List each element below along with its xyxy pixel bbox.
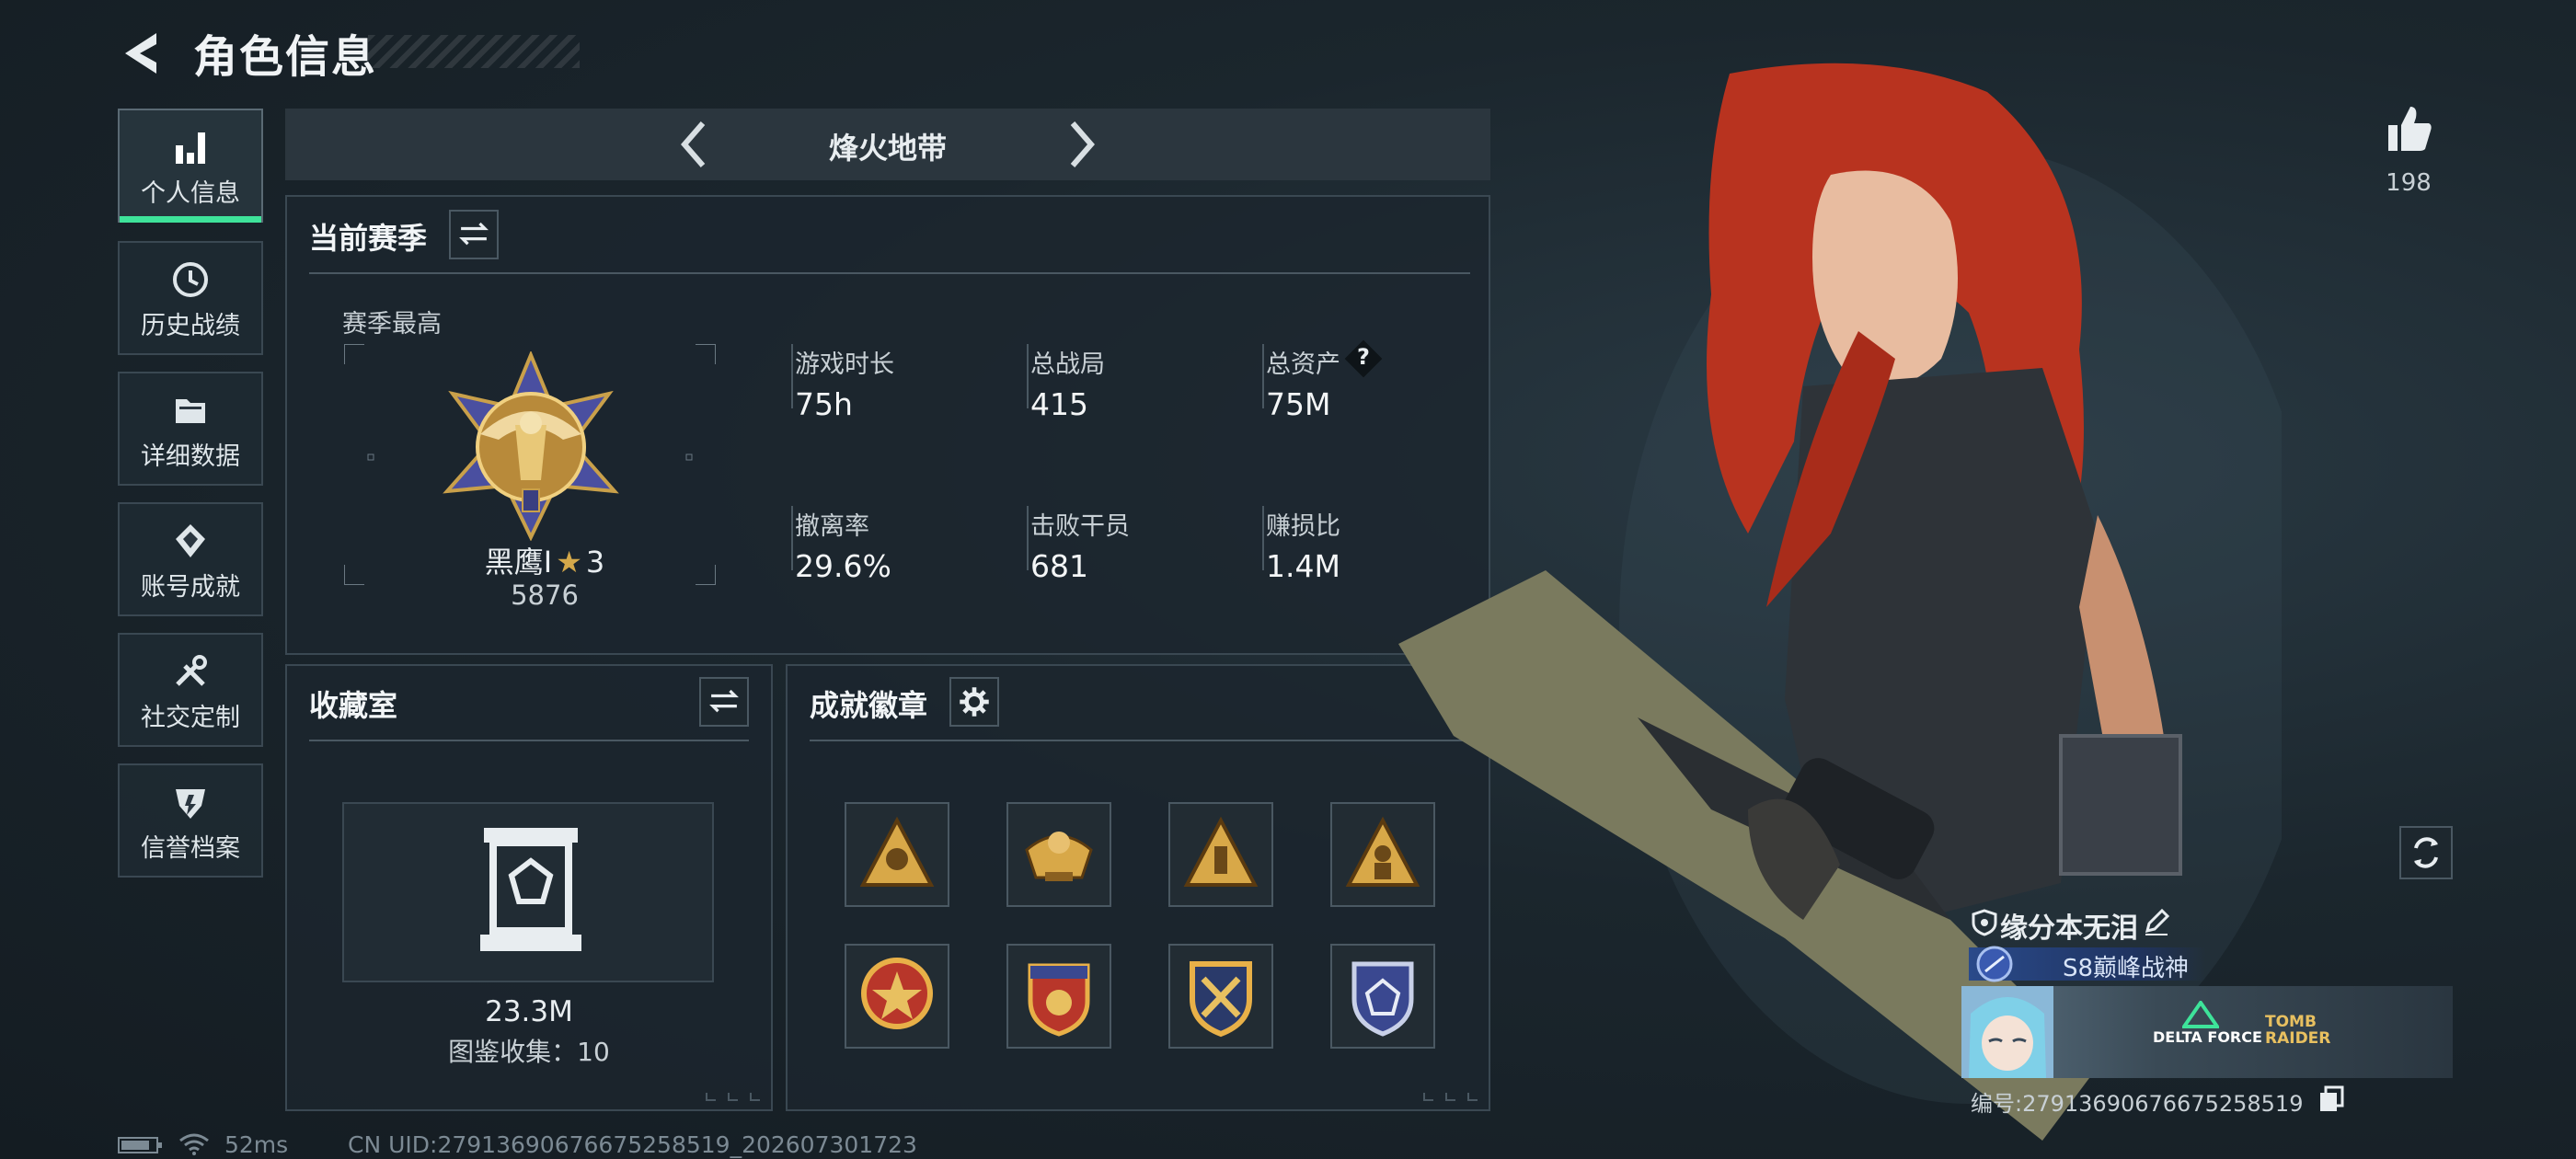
rank-stars: 3 [585,545,605,580]
ping-value: 52ms [224,1131,289,1158]
achievement-badge[interactable] [1168,802,1273,907]
shield-icon [1972,909,1997,936]
thumbs-up-icon[interactable] [2383,103,2434,155]
black-hawk-rank-emblem-icon [443,351,619,541]
divider [309,272,1470,274]
rank-points: 5876 [511,580,579,611]
avatar[interactable] [1961,986,2053,1078]
stat-separator [1262,506,1264,570]
page-title: 角色信息 [193,31,378,83]
title-emblem-icon [1976,946,2013,982]
achievement-badge[interactable] [845,944,949,1049]
stat-label: 赚损比 [1266,512,1340,541]
corner-decoration [706,1093,760,1101]
stat-value: 29.6% [795,548,891,584]
codex-count: 图鉴收集：10 [448,1037,610,1067]
folder-icon [176,399,205,423]
divider [309,740,749,741]
achievement-badge[interactable] [845,802,949,907]
settings-button[interactable] [949,677,999,727]
stat-label: 击败干员 [1030,512,1130,541]
avatar-portrait-icon [1969,997,2046,1078]
player-id: 编号:27913690676675258519 [1971,1091,2304,1117]
stat-label: 总资产 [1266,350,1340,379]
stat-value: 681 [1030,548,1088,584]
back-arrow-icon[interactable] [118,28,164,79]
star-icon: ★ [556,545,582,580]
banner-logo-tomb: TOMB RAIDER [2265,1013,2331,1048]
uid-line: CN UID:27913690676675258519_202607301723 [348,1131,917,1158]
sidebar-item-detailed-data[interactable]: 详细数据 [118,372,263,486]
stat-separator [1262,344,1264,408]
achievement-icon [176,524,205,557]
stat-separator [1027,506,1029,570]
clock-icon [173,262,208,297]
banner-logo-delta: DELTA FORCE [2153,1028,2262,1046]
mode-tab-bar: 烽火地带 [285,109,1490,180]
sidebar-item-history[interactable]: 历史战绩 [118,241,263,355]
help-icon[interactable]: ? [1347,344,1380,370]
sidebar-item-achievements[interactable]: 账号成就 [118,502,263,616]
collection-value: 23.3M [485,995,573,1028]
sidebar-item-label: 详细数据 [141,442,240,471]
bar-chart-icon [176,132,205,164]
player-name: 缘分本无泪 [2000,912,2138,945]
collection-panel: 收藏室 23.3M 图鉴收集：10 [285,664,773,1111]
delta-logo-icon [2182,1001,2219,1028]
season-best-label: 赛季最高 [342,310,442,339]
swap-button[interactable] [699,677,749,727]
sidebar-item-label: 个人信息 [141,179,240,208]
sidebar-item-label: 社交定制 [141,704,240,732]
chevron-right-icon[interactable] [1058,116,1104,173]
mode-title: 烽火地带 [828,131,947,166]
season-title: 当前赛季 [309,221,428,256]
season-panel: 当前赛季 赛季最高 黑鹰Ⅰ ★ 3 5876 游戏时长 75h 总战局 415 总资… [285,195,1490,655]
divider [810,740,1466,741]
rank-name: 黑鹰Ⅰ [484,545,553,580]
stat-label: 总战局 [1030,350,1105,379]
achievement-badge[interactable] [1006,944,1111,1049]
stat-label: 撤离率 [795,512,869,541]
stat-separator [791,344,793,408]
sidebar-item-label: 信誉档案 [141,834,240,863]
achievement-panel: 成就徽章 [786,664,1490,1111]
collection-case-icon [480,828,581,951]
stat-value: 75h [795,386,853,422]
copy-icon[interactable] [2318,1085,2344,1113]
tools-icon [176,655,207,686]
stat-label: 游戏时长 [795,350,894,379]
sidebar-item-reputation[interactable]: 信誉档案 [118,763,263,878]
achievement-title: 成就徽章 [810,688,928,723]
achievement-badge[interactable] [1006,802,1111,907]
sidebar-item-label: 账号成就 [141,573,240,602]
stat-separator [1027,344,1029,408]
sidebar-item-personal-info[interactable]: 个人信息 [118,109,263,223]
edit-pencil-icon[interactable] [2142,907,2171,936]
stat-value: 415 [1030,386,1088,422]
title-decoration [368,35,580,68]
battery-icon [118,1137,162,1153]
wifi-icon [179,1133,209,1155]
reputation-icon [176,789,205,819]
collection-title: 收藏室 [309,688,398,723]
achievement-badge[interactable] [1168,944,1273,1049]
stat-value: 1.4M [1266,548,1340,584]
stat-value: 75M [1266,386,1331,422]
rank-line: 黑鹰Ⅰ ★ 3 [462,539,627,581]
swap-button[interactable] [449,210,499,259]
refresh-button[interactable] [2399,826,2453,879]
player-title: S8巅峰战神 [2063,955,2190,982]
stat-separator [791,506,793,570]
like-count: 198 [2386,169,2432,197]
profile-banner[interactable]: DELTA FORCE TOMB RAIDER [1961,986,2453,1078]
sidebar-item-social-custom[interactable]: 社交定制 [118,633,263,747]
sidebar-item-label: 历史战绩 [141,312,240,340]
